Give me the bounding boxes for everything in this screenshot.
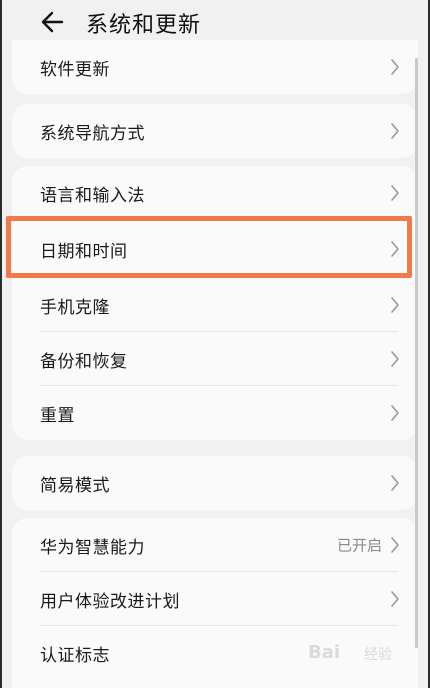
status-value: 已开启 bbox=[336, 536, 382, 555]
settings-group-1: 软件更新 bbox=[12, 40, 418, 94]
chevron-right-icon bbox=[391, 241, 399, 257]
row-label: 日期和时间 bbox=[40, 241, 128, 262]
row-system-navigation[interactable]: 系统导航方式 bbox=[12, 104, 418, 158]
row-label: 用户体验改进计划 bbox=[40, 591, 180, 612]
row-simple-mode[interactable]: 简易模式 bbox=[12, 456, 418, 510]
settings-group-4: 简易模式 bbox=[12, 456, 418, 510]
row-label: 软件更新 bbox=[40, 59, 110, 80]
chevron-right-icon bbox=[391, 475, 399, 491]
chevron-right-icon bbox=[391, 537, 399, 553]
chevron-right-icon bbox=[391, 351, 399, 367]
row-backup-restore[interactable]: 备份和恢复 bbox=[12, 332, 418, 386]
chevron-right-icon bbox=[391, 405, 399, 421]
row-software-update[interactable]: 软件更新 bbox=[12, 40, 418, 94]
settings-group-2: 系统导航方式 bbox=[12, 104, 418, 158]
row-user-experience[interactable]: 用户体验改进计划 bbox=[12, 572, 418, 626]
row-reset[interactable]: 重置 bbox=[12, 386, 418, 440]
scrollbar[interactable] bbox=[415, 58, 418, 648]
row-label: 系统导航方式 bbox=[40, 123, 145, 144]
back-arrow-icon[interactable] bbox=[40, 9, 66, 35]
chevron-right-icon bbox=[391, 591, 399, 607]
row-label: 重置 bbox=[40, 405, 75, 426]
row-label: 华为智慧能力 bbox=[40, 537, 145, 558]
row-label: 认证标志 bbox=[40, 645, 110, 666]
settings-group-3: 语言和输入法 日期和时间 手机克隆 备份和恢复 重置 bbox=[12, 166, 418, 440]
chevron-right-icon bbox=[391, 185, 399, 201]
row-date-time[interactable]: 日期和时间 bbox=[12, 220, 418, 278]
row-language-input[interactable]: 语言和输入法 bbox=[12, 166, 418, 220]
settings-group-5: 华为智慧能力 已开启 用户体验改进计划 认证标志 bbox=[12, 518, 418, 688]
row-label: 备份和恢复 bbox=[40, 351, 128, 372]
chevron-right-icon bbox=[391, 297, 399, 313]
row-phone-clone[interactable]: 手机克隆 bbox=[12, 278, 418, 332]
page-title: 系统和更新 bbox=[86, 13, 202, 38]
row-label: 手机克隆 bbox=[40, 297, 110, 318]
row-label: 语言和输入法 bbox=[40, 185, 145, 206]
settings-screen: 系统和更新 软件更新 系统导航方式 语言和输入法 日期和时间 手机克隆 备份和恢… bbox=[0, 0, 430, 688]
row-huawei-smart[interactable]: 华为智慧能力 已开启 bbox=[12, 518, 418, 572]
chevron-right-icon bbox=[391, 59, 399, 75]
chevron-right-icon bbox=[391, 123, 399, 139]
row-certification[interactable]: 认证标志 bbox=[12, 626, 418, 680]
row-label: 简易模式 bbox=[40, 475, 110, 496]
